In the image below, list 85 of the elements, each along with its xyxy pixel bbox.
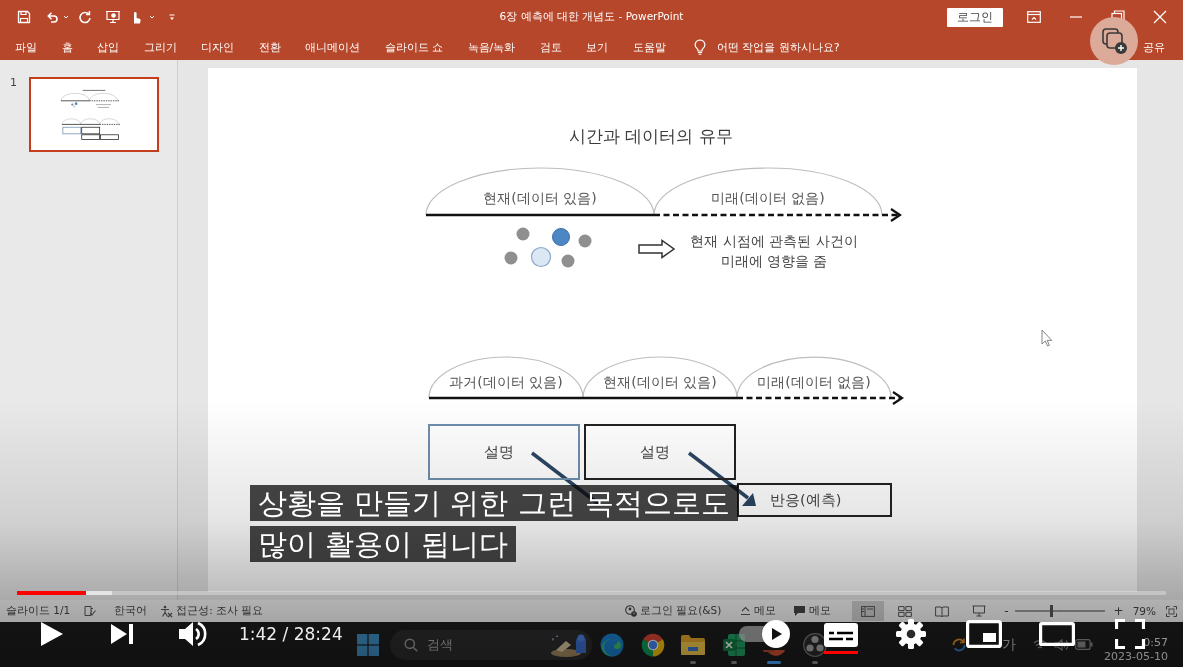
notes-icon	[740, 606, 752, 616]
miniplayer-icon[interactable]	[966, 620, 1002, 648]
comments-button[interactable]: 메모	[793, 604, 832, 618]
minimize-icon[interactable]	[1069, 16, 1083, 18]
response-box: 반응(예측)	[737, 483, 892, 517]
search-field[interactable]: 검색	[427, 637, 527, 652]
folder-icon[interactable]	[680, 633, 707, 656]
accessibility-button[interactable]: 접근성: 조사 필요	[160, 604, 264, 618]
theater-mode-icon[interactable]	[1039, 622, 1075, 646]
ribbon-tab[interactable]: 검토	[539, 39, 562, 55]
battery-icon[interactable]	[1075, 639, 1093, 650]
search-icon	[404, 637, 418, 652]
wifi-icon[interactable]	[1033, 639, 1047, 650]
fullscreen-icon[interactable]	[1115, 619, 1145, 649]
time-display: 1:42 / 28:24	[239, 624, 343, 644]
tell-me-search[interactable]: 어떤 작업을 원하시나요?	[716, 39, 840, 55]
redo-icon[interactable]	[78, 10, 92, 24]
customize-icon[interactable]	[169, 13, 175, 21]
ribbon-tab[interactable]: 디자인	[201, 39, 234, 55]
segment-label: 과거(데이터 있음)	[449, 374, 563, 392]
login-button[interactable]: 로그인	[947, 7, 1003, 27]
wheel-browser-icon[interactable]	[640, 632, 665, 657]
captions-button[interactable]	[824, 622, 858, 654]
slide-note: 현재 시점에 관측된 사건이 미래에 영향을 줌	[690, 232, 858, 271]
mouse-pointer-icon	[1041, 329, 1053, 347]
fit-to-window-icon[interactable]	[1166, 605, 1177, 617]
zoom-percent[interactable]: 79%	[1132, 605, 1156, 617]
slide-counter: 슬라이드 1/1	[6, 604, 71, 618]
notes-button[interactable]: 메모	[740, 604, 777, 618]
four-squares-icon[interactable]	[357, 633, 379, 656]
caret-icon[interactable]	[63, 14, 69, 20]
segment-label: 미래(데이터 없음)	[757, 374, 871, 392]
slideshow-icon[interactable]	[105, 10, 121, 24]
sign-in-button[interactable]: 로그인 필요(&S)	[624, 604, 722, 618]
normal-view-icon	[861, 605, 876, 617]
ribbon-tab[interactable]: 파일	[15, 39, 37, 55]
volume-icon[interactable]	[178, 620, 208, 648]
language-indicator[interactable]: 한국어	[114, 604, 148, 618]
slide-number: 1	[10, 77, 17, 88]
zoom-in-button[interactable]: +	[1113, 604, 1124, 618]
window-title: 6장 예측에 대한 개념도 - PowerPoint	[499, 10, 684, 24]
sync-icon[interactable]	[951, 636, 967, 653]
aperture-icon[interactable]	[802, 632, 827, 657]
grid-view-icon	[898, 605, 913, 617]
caret-icon[interactable]	[149, 14, 155, 20]
segment-label: 현재(데이터 있음)	[603, 374, 717, 392]
book-check-icon[interactable]	[84, 605, 97, 617]
segment-label: 현재(데이터 있음)	[483, 190, 597, 208]
swirl-browser-icon[interactable]	[600, 632, 625, 657]
play-icon[interactable]	[40, 621, 64, 647]
ribbon-tab[interactable]: 도움말	[632, 39, 666, 55]
accessibility-icon	[160, 604, 174, 618]
screen-icon	[972, 605, 987, 617]
input-mode-indicator[interactable]: 가	[1002, 635, 1016, 654]
slide-title: 시간과 데이터의 유무	[569, 125, 733, 148]
search-bar[interactable]: 검색	[390, 629, 592, 660]
explanation-box: 설명	[428, 424, 580, 480]
speaker-icon[interactable]	[1054, 638, 1068, 651]
zoom-out-button[interactable]: -	[1004, 604, 1009, 618]
stacked-squares-plus-icon[interactable]	[1090, 17, 1138, 65]
explanation-box: 설명	[584, 424, 736, 480]
ribbon-tab[interactable]: 전환	[258, 39, 281, 55]
save-icon[interactable]	[17, 10, 31, 24]
share-button[interactable]: 공유	[1143, 39, 1165, 55]
ribbon-tab[interactable]: 녹음/녹화	[467, 39, 516, 55]
ribbon-tab[interactable]: 슬라이드 쇼	[384, 39, 443, 55]
hollow-arrow-icon	[638, 239, 676, 259]
speech-bubble-icon	[793, 605, 807, 617]
book-icon	[935, 605, 950, 617]
ribbon-tab[interactable]: 그리기	[143, 39, 177, 55]
clock-date[interactable]: 2023-05-10	[1104, 650, 1168, 664]
account-alert-icon	[624, 605, 637, 617]
view-button[interactable]	[852, 601, 885, 621]
ribbon-tab[interactable]: 홈	[61, 39, 73, 55]
lightbulb-icon	[694, 39, 707, 55]
segment-label: 미래(데이터 없음)	[711, 190, 825, 208]
ribbon-tab[interactable]: 삽입	[97, 39, 119, 55]
zoom-thumb[interactable]	[1050, 605, 1054, 617]
autoplay-toggle[interactable]	[738, 619, 792, 649]
close-icon[interactable]	[1153, 10, 1167, 24]
ribbon-tab[interactable]: 애니메이션	[305, 39, 360, 55]
undo-icon[interactable]	[45, 10, 59, 24]
ribbon-display-icon[interactable]	[1027, 11, 1041, 23]
ribbon-tab[interactable]: 보기	[586, 39, 609, 55]
skip-next-icon[interactable]	[110, 623, 134, 645]
